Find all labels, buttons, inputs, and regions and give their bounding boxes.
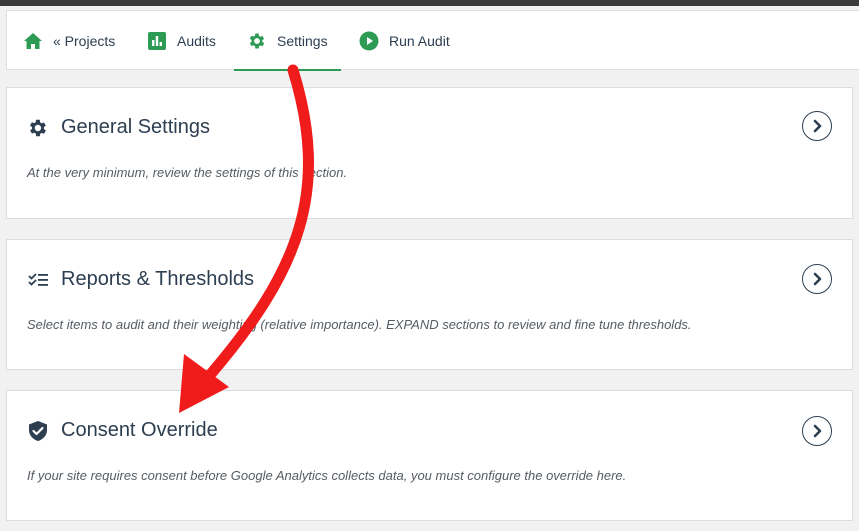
expand-button[interactable] bbox=[802, 111, 832, 141]
section-title-text: General Settings bbox=[61, 116, 210, 138]
nav-audits[interactable]: Audits bbox=[147, 11, 216, 70]
play-circle-icon bbox=[359, 31, 379, 51]
expand-button[interactable] bbox=[802, 264, 832, 294]
section-title-text: Reports & Thresholds bbox=[61, 268, 255, 290]
section-description: Select items to audit and their weightin… bbox=[27, 317, 692, 332]
nav-projects-label: « Projects bbox=[53, 32, 116, 49]
section-consent-override: Consent Override If your site requires c… bbox=[6, 390, 853, 521]
section-title: Consent Override bbox=[27, 419, 218, 442]
section-reports-thresholds: Reports & Thresholds Select items to aud… bbox=[6, 239, 853, 370]
section-title: Reports & Thresholds bbox=[27, 268, 254, 291]
gear-icon bbox=[27, 117, 49, 139]
home-icon bbox=[23, 31, 43, 51]
chevron-right-icon bbox=[813, 424, 822, 438]
nav-settings[interactable]: Settings bbox=[234, 11, 341, 71]
section-title: General Settings bbox=[27, 116, 210, 139]
list-check-icon bbox=[27, 269, 49, 291]
section-description: If your site requires consent before Goo… bbox=[27, 468, 627, 483]
window-top-bar bbox=[0, 0, 859, 6]
chevron-right-icon bbox=[813, 272, 822, 286]
chevron-right-icon bbox=[813, 119, 822, 133]
shield-check-icon bbox=[27, 420, 49, 442]
section-general-settings: General Settings At the very minimum, re… bbox=[6, 87, 853, 219]
nav-run-audit-label: Run Audit bbox=[389, 32, 450, 49]
section-description: At the very minimum, review the settings… bbox=[27, 165, 348, 180]
expand-button[interactable] bbox=[802, 416, 832, 446]
nav-projects[interactable]: « Projects bbox=[23, 11, 115, 70]
gear-icon bbox=[247, 31, 267, 51]
section-title-text: Consent Override bbox=[61, 419, 218, 441]
nav-settings-label: Settings bbox=[277, 32, 328, 49]
top-navigation: « Projects Audits Settings Run Audit bbox=[6, 10, 859, 71]
bar-chart-icon bbox=[147, 31, 167, 51]
nav-run-audit[interactable]: Run Audit bbox=[359, 11, 450, 70]
nav-audits-label: Audits bbox=[177, 32, 216, 49]
